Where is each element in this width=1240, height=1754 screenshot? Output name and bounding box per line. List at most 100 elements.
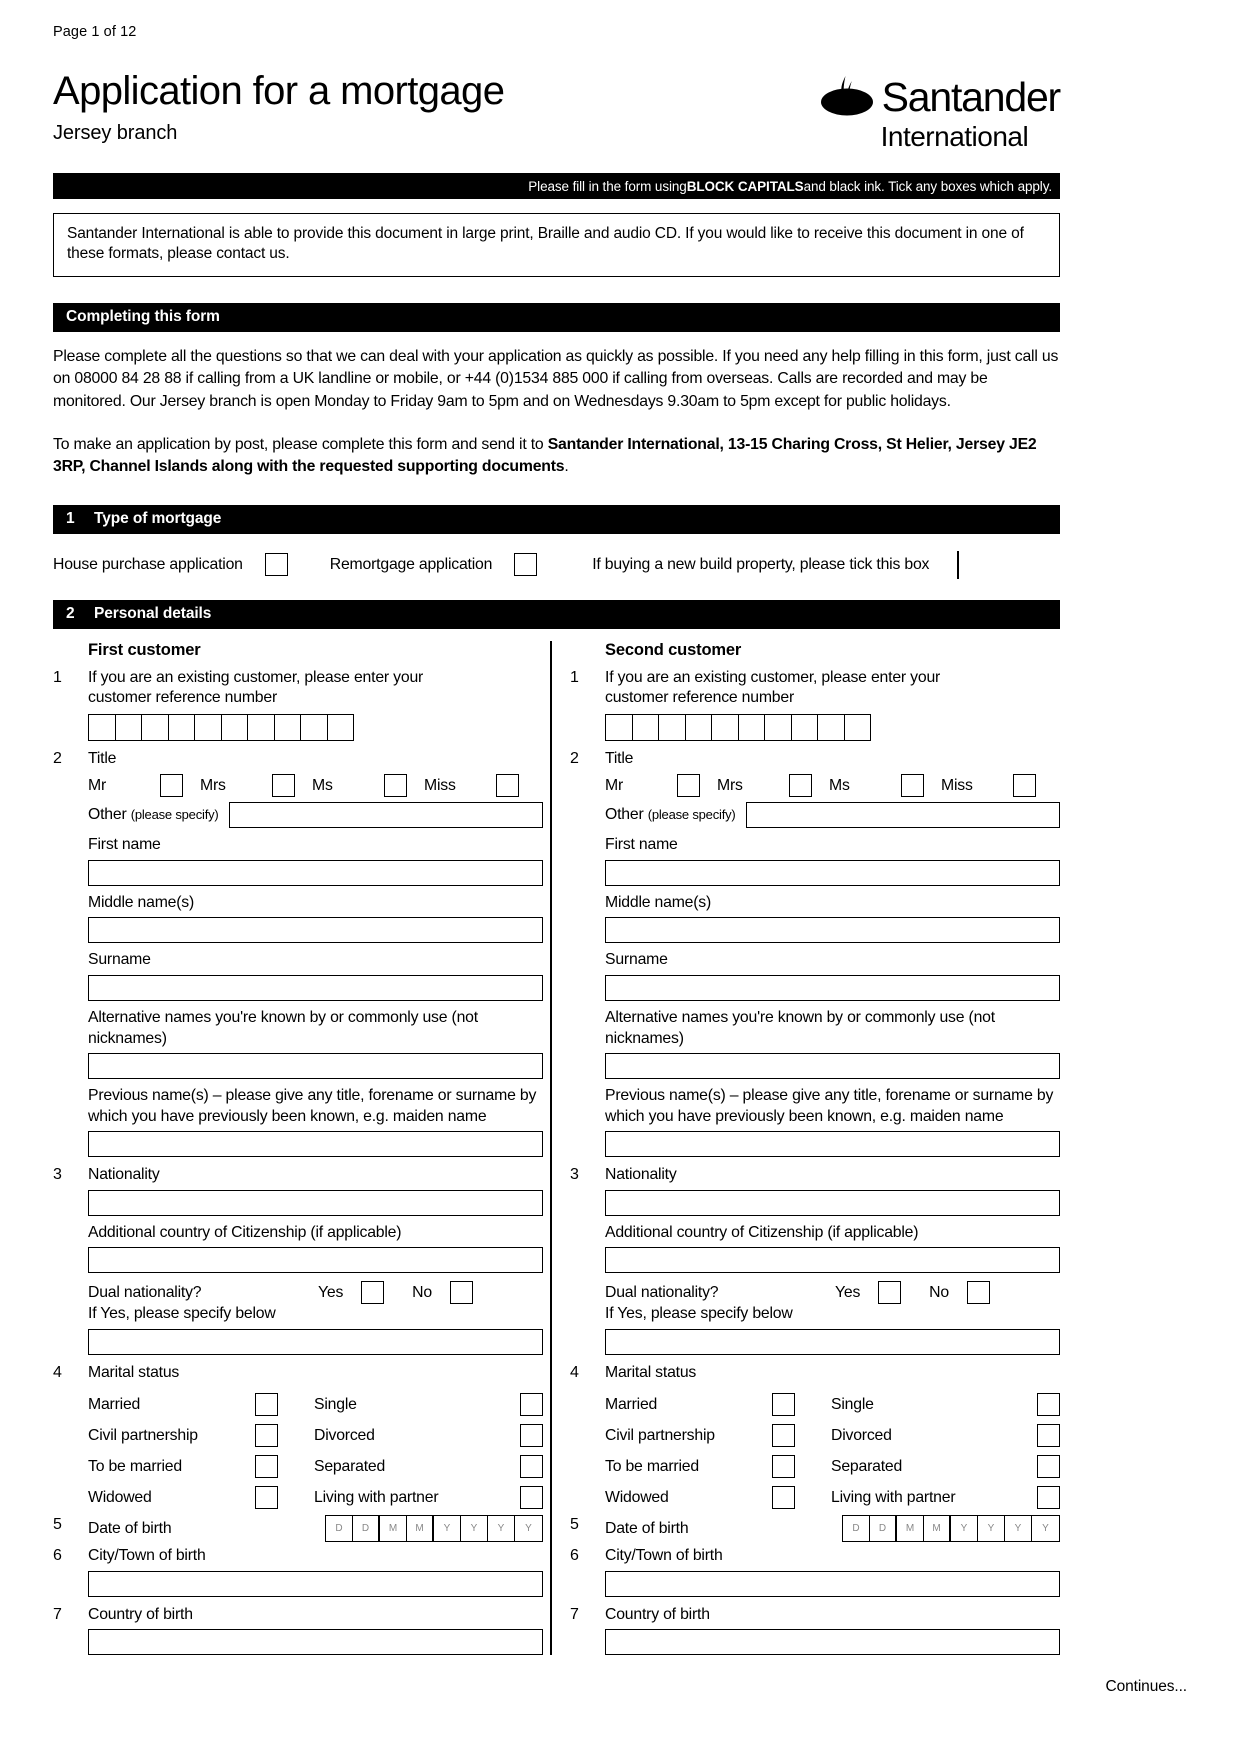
ref-cell[interactable] [116,714,142,740]
citizenship-input[interactable] [88,1247,543,1274]
alternative-names-input[interactable] [605,1053,1060,1080]
ref-cell[interactable] [275,714,301,740]
dob-cell-m2[interactable]: M [924,1516,951,1542]
dob-cell-y4[interactable]: Y [1032,1516,1059,1541]
ref-cell[interactable] [301,714,328,740]
title-mr-checkbox[interactable] [677,774,700,798]
dob-cell-d2[interactable]: D [870,1516,897,1542]
ref-cell[interactable] [659,714,686,740]
marital-separated-checkbox[interactable] [1037,1455,1060,1479]
marital-living-with-partner-checkbox[interactable] [1037,1486,1060,1510]
ref-cell[interactable] [633,714,659,740]
marital-married-checkbox[interactable] [255,1393,278,1417]
first-name-input[interactable] [88,859,543,886]
citizenship-input[interactable] [605,1247,1060,1274]
ref-cell[interactable] [686,714,712,740]
marital-civil-partnership-checkbox[interactable] [772,1424,795,1448]
first-name-input[interactable] [605,859,1060,886]
remortgage-checkbox[interactable] [514,553,538,577]
completing-paragraph-1: Please complete all the questions so tha… [53,346,1060,414]
previous-names-label-line2: which you have previously been known, e.… [605,1107,1004,1125]
title-ms-checkbox[interactable] [901,774,924,798]
city-of-birth-input[interactable] [605,1570,1060,1597]
alternative-names-input[interactable] [88,1053,543,1080]
title-mrs-checkbox[interactable] [272,774,295,798]
dob-cell-m2[interactable]: M [407,1516,434,1542]
nationality-input[interactable] [605,1189,1060,1216]
title-mrs-checkbox[interactable] [789,774,812,798]
title-mr-checkbox[interactable] [160,774,183,798]
dob-cell-d2[interactable]: D [353,1516,380,1542]
ref-cell[interactable] [606,714,633,740]
marital-widowed-checkbox[interactable] [772,1486,795,1510]
dob-cell-y2[interactable]: Y [978,1516,1005,1542]
previous-names-input[interactable] [88,1131,543,1158]
country-of-birth-input[interactable] [88,1629,543,1656]
marital-divorced-checkbox[interactable] [1037,1424,1060,1448]
title-miss-checkbox[interactable] [1013,774,1036,798]
marital-to-be-married-checkbox[interactable] [255,1455,278,1479]
dob-cell-d1[interactable]: D [326,1516,353,1542]
customer-reference-input-second[interactable] [605,713,871,741]
ref-cell[interactable] [818,714,845,740]
marital-divorced-checkbox[interactable] [520,1424,543,1448]
city-of-birth-input[interactable] [88,1570,543,1597]
dual-yes-checkbox[interactable] [361,1281,385,1305]
dob-cell-y3[interactable]: Y [1005,1516,1032,1542]
title-miss-checkbox[interactable] [496,774,519,798]
dual-no-checkbox[interactable] [966,1281,990,1305]
surname-input[interactable] [605,974,1060,1001]
ref-cell[interactable] [739,714,765,740]
marital-status-grid-second: Married Single Civil partnership Divorce… [605,1389,1060,1513]
dual-specify-input[interactable] [605,1328,1060,1355]
marital-to-be-married-checkbox[interactable] [772,1455,795,1479]
dob-cell-d1[interactable]: D [843,1516,870,1542]
ref-cell[interactable] [142,714,169,740]
marital-separated-checkbox[interactable] [520,1455,543,1479]
dob-cell-y1[interactable]: Y [951,1516,978,1542]
nationality-input[interactable] [88,1189,543,1216]
marital-living-with-partner-checkbox[interactable] [520,1486,543,1510]
dual-no-checkbox[interactable] [449,1281,473,1305]
dob-cell-y2[interactable]: Y [461,1516,488,1542]
q5-number: 5 [570,1516,579,1534]
marital-married-checkbox[interactable] [772,1393,795,1417]
dual-yes-checkbox[interactable] [878,1281,902,1305]
country-of-birth-input[interactable] [605,1629,1060,1656]
house-purchase-checkbox[interactable] [264,553,288,577]
surname-input[interactable] [88,974,543,1001]
dob-cell-m1[interactable]: M [380,1516,407,1542]
dob-cell-m1[interactable]: M [897,1516,924,1542]
dob-cell-y4[interactable]: Y [515,1516,542,1541]
dob-cell-y3[interactable]: Y [488,1516,515,1542]
ref-cell[interactable] [89,714,116,740]
ref-cell[interactable] [328,715,354,740]
ref-cell[interactable] [222,714,248,740]
page-subtitle: Jersey branch [53,122,178,144]
other-title-input[interactable] [745,802,1060,829]
marital-single-checkbox[interactable] [1037,1393,1060,1417]
dob-cell-y1[interactable]: Y [434,1516,461,1542]
other-title-input[interactable] [228,802,543,829]
mortgage-type-options: House purchase application Remortgage ap… [53,550,1060,580]
marital-row: Widowed Living with partner [88,1482,543,1513]
ref-cell[interactable] [169,714,195,740]
customer-reference-input-first[interactable] [88,713,354,741]
dual-yes-label: Yes [835,1283,861,1301]
middle-name-input[interactable] [88,917,543,944]
ref-cell[interactable] [845,715,871,740]
ref-cell[interactable] [712,714,739,740]
dual-specify-input[interactable] [88,1328,543,1355]
ref-cell[interactable] [765,714,792,740]
ref-cell[interactable] [248,714,275,740]
date-of-birth-input[interactable]: D D M M Y Y Y Y [325,1515,543,1543]
marital-single-checkbox[interactable] [520,1393,543,1417]
ref-cell[interactable] [195,714,222,740]
date-of-birth-input[interactable]: D D M M Y Y Y Y [842,1515,1060,1543]
title-ms-checkbox[interactable] [384,774,407,798]
marital-widowed-checkbox[interactable] [255,1486,278,1510]
ref-cell[interactable] [792,714,818,740]
middle-name-input[interactable] [605,917,1060,944]
previous-names-input[interactable] [605,1131,1060,1158]
marital-civil-partnership-checkbox[interactable] [255,1424,278,1448]
